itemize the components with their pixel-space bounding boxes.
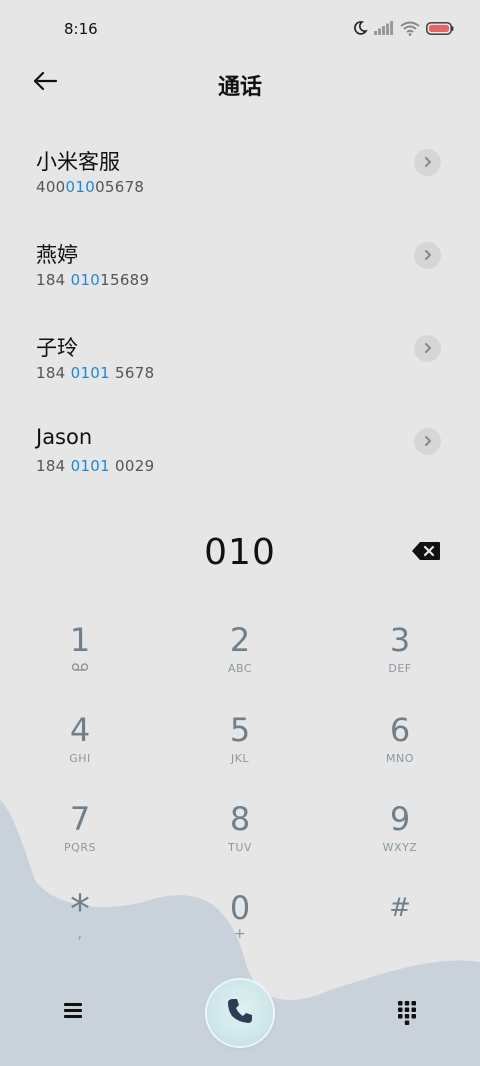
key-letters: JKL — [230, 752, 250, 765]
key-digit: 7 — [69, 800, 91, 838]
chevron-right-icon — [423, 432, 433, 451]
contact-number: 184 0101 5678 — [36, 364, 155, 382]
contact-detail-button[interactable] — [414, 242, 441, 269]
matched-digits: 0101 — [70, 364, 110, 382]
key-letters: , — [77, 926, 83, 942]
key-2[interactable]: 2 ABC — [180, 620, 300, 700]
matched-digits: 010 — [65, 178, 96, 196]
key-4[interactable]: 4 GHI — [20, 710, 140, 790]
key-digit: 6 — [389, 711, 411, 749]
status-icons — [352, 20, 454, 36]
key-0[interactable]: 0 + — [180, 888, 300, 968]
contact-name: 燕婷 — [36, 243, 78, 267]
signal-icon — [374, 21, 394, 35]
status-bar: 8:16 — [0, 0, 480, 62]
header: 通话 — [0, 62, 480, 104]
menu-button[interactable] — [62, 1000, 86, 1022]
key-digit: 1 — [69, 621, 91, 659]
keypad-toggle-button[interactable] — [396, 999, 420, 1027]
chevron-right-icon — [423, 339, 433, 358]
key-letters: ABC — [227, 662, 253, 675]
dial-display: 010 — [0, 530, 480, 578]
contact-name: 小米客服 — [36, 150, 120, 174]
key-9[interactable]: 9 WXYZ — [340, 799, 460, 879]
dialed-number: 010 — [204, 532, 276, 573]
key-letters: TUV — [228, 841, 252, 854]
chevron-right-icon — [423, 246, 433, 265]
key-digit: 4 — [69, 711, 91, 749]
key-letters: DEF — [388, 662, 412, 675]
key-digit: 9 — [389, 800, 411, 838]
contact-row[interactable]: 子玲 184 0101 5678 — [0, 316, 480, 409]
contact-detail-button[interactable] — [414, 149, 441, 176]
status-time: 8:16 — [64, 20, 98, 38]
bottom-bar — [0, 975, 480, 1055]
key-digit: 0 — [229, 889, 251, 927]
hamburger-menu-icon — [62, 1003, 84, 1024]
phone-icon — [224, 995, 256, 1031]
call-button[interactable] — [207, 980, 273, 1046]
matched-digits: 0101 — [70, 457, 110, 475]
contact-detail-button[interactable] — [414, 335, 441, 362]
contact-number: 184 01015689 — [36, 271, 150, 289]
key-letters: PQRS — [64, 841, 96, 854]
contact-list: 小米客服 40001005678 燕婷 184 01015689 子玲 184 … — [0, 130, 480, 502]
contact-number: 40001005678 — [36, 178, 145, 196]
key-digit: 5 — [229, 711, 251, 749]
key-6[interactable]: 6 MNO — [340, 710, 460, 790]
contact-name: 子玲 — [36, 336, 78, 360]
dialpad-icon — [396, 1001, 418, 1029]
backspace-icon — [411, 542, 441, 565]
battery-icon — [426, 21, 454, 35]
key-letters — [340, 930, 460, 944]
key-hash[interactable]: # — [340, 888, 460, 968]
key-1[interactable]: 1 — [20, 620, 140, 700]
key-letters: + — [233, 926, 247, 942]
key-digit: # — [389, 893, 411, 923]
key-star[interactable]: * , — [20, 888, 140, 968]
key-digit: 2 — [229, 621, 251, 659]
contact-name: Jason — [36, 425, 93, 449]
voicemail-icon — [20, 662, 140, 676]
key-7[interactable]: 7 PQRS — [20, 799, 140, 879]
contact-number: 184 0101 0029 — [36, 457, 155, 475]
key-letters: GHI — [69, 752, 91, 765]
contact-detail-button[interactable] — [414, 428, 441, 455]
key-3[interactable]: 3 DEF — [340, 620, 460, 700]
matched-digits: 010 — [70, 271, 101, 289]
key-digit: 3 — [389, 621, 411, 659]
key-letters: WXYZ — [382, 841, 418, 854]
key-letters: MNO — [386, 752, 414, 765]
key-digit: 8 — [229, 800, 251, 838]
contact-row[interactable]: Jason 184 0101 0029 — [0, 409, 480, 502]
moon-icon — [352, 20, 368, 36]
wifi-icon — [400, 21, 420, 36]
contact-row[interactable]: 燕婷 184 01015689 — [0, 223, 480, 316]
key-5[interactable]: 5 JKL — [180, 710, 300, 790]
contact-row[interactable]: 小米客服 40001005678 — [0, 130, 480, 223]
backspace-button[interactable] — [411, 541, 443, 565]
key-8[interactable]: 8 TUV — [180, 799, 300, 879]
page-title: 通话 — [217, 75, 262, 100]
chevron-right-icon — [423, 153, 433, 172]
